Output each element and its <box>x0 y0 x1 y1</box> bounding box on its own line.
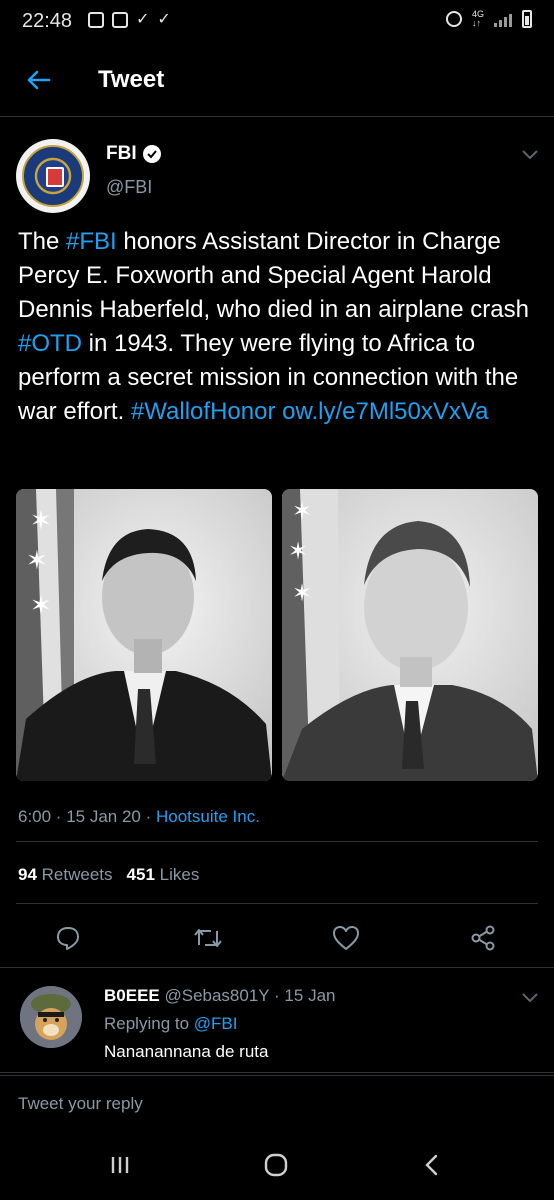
likes-count: 451 <box>126 865 155 884</box>
download-done-icon: ✓ <box>136 11 150 28</box>
retweets-stat[interactable]: 94 Retweets <box>18 865 113 885</box>
tweet-actions <box>0 913 554 963</box>
retweets-count: 94 <box>18 865 37 884</box>
app-header: Tweet <box>0 44 554 117</box>
status-bar: 22:48 ✓ ✓ 4G ↓↑ <box>0 0 554 44</box>
gallery-icon <box>112 12 128 28</box>
source-link[interactable]: Hootsuite Inc. <box>156 807 260 826</box>
svg-text:✶: ✶ <box>292 498 312 525</box>
engagement-stats: 94 Retweets 451 Likes <box>18 865 199 885</box>
text-segment: The <box>18 228 67 255</box>
recent-apps-icon <box>111 1157 129 1173</box>
alarm-icon <box>445 11 462 27</box>
svg-text:✶: ✶ <box>30 505 52 535</box>
status-system-icons: 4G ↓↑ <box>445 9 532 28</box>
likes-label: Likes <box>159 865 200 884</box>
reply-icon <box>57 927 79 950</box>
avatar[interactable] <box>20 986 82 1048</box>
hashtag-link[interactable]: #OTD <box>18 330 82 357</box>
display-name[interactable]: B0EEE <box>104 986 160 1005</box>
back-button[interactable] <box>20 64 56 96</box>
chevron-down-icon <box>522 150 538 160</box>
system-nav-bar <box>0 1130 554 1200</box>
status-time: 22:48 <box>22 10 73 32</box>
replying-to: Replying to @FBI <box>104 1014 238 1034</box>
reply-button[interactable] <box>51 921 85 955</box>
retweet-icon <box>194 929 222 947</box>
hashtag-link[interactable]: #FBI <box>66 228 117 255</box>
home-button[interactable] <box>256 1150 296 1180</box>
reply-tweet[interactable]: B0EEE @Sebas801Y · 15 Jan Replying to @F… <box>0 967 554 1073</box>
divider <box>16 903 538 904</box>
recent-apps-button[interactable] <box>100 1150 140 1180</box>
tweet-media: ✶ ✶ ✶ ✶ ✶ ✶ <box>16 489 538 781</box>
svg-text:✶: ✶ <box>26 545 48 575</box>
battery-icon <box>522 10 532 28</box>
tweet-meta: 6:00 · 15 Jan 20 · Hootsuite Inc. <box>18 807 260 827</box>
reply-composer[interactable]: Tweet your reply <box>0 1075 554 1130</box>
page-title: Tweet <box>98 66 165 93</box>
nav-back-icon <box>425 1154 438 1176</box>
photo-left[interactable]: ✶ ✶ ✶ <box>16 489 272 781</box>
reply-text: Nananannana de ruta <box>104 1042 269 1061</box>
tweet-text: The #FBI honors Assistant Director in Ch… <box>18 225 538 429</box>
signal-icon <box>494 11 512 27</box>
url-link[interactable]: ow.ly/e7Ml50xVxVa <box>282 398 488 425</box>
share-icon <box>471 925 495 951</box>
reply-input[interactable]: Tweet your reply <box>18 1094 143 1114</box>
download-done-icon: ✓ <box>157 11 171 28</box>
verified-badge-icon <box>142 145 161 163</box>
reply-menu-button[interactable] <box>522 990 538 1008</box>
back-arrow-icon <box>27 70 51 90</box>
fbi-seal-icon <box>22 145 84 207</box>
notification-icon <box>88 12 104 28</box>
share-button[interactable] <box>466 921 500 955</box>
network-icon: 4G ↓↑ <box>471 9 484 28</box>
nav-back-button[interactable] <box>412 1150 452 1180</box>
timestamp: 6:00 · 15 Jan 20 · <box>18 807 156 826</box>
display-name[interactable]: FBI <box>106 143 137 165</box>
author-name-row: FBI <box>106 143 161 165</box>
svg-text:✶: ✶ <box>292 580 312 607</box>
home-icon <box>264 1153 288 1177</box>
like-icon <box>333 926 359 950</box>
avatar[interactable] <box>16 139 90 213</box>
replying-prefix: Replying to <box>104 1014 194 1033</box>
svg-text:✶: ✶ <box>30 590 52 620</box>
photo-right[interactable]: ✶ ✶ ✶ <box>282 489 538 781</box>
tweet-menu-button[interactable] <box>522 147 538 165</box>
likes-stat[interactable]: 451 Likes <box>127 865 200 885</box>
reply-author: B0EEE @Sebas801Y · 15 Jan <box>104 986 335 1006</box>
handle-date: @Sebas801Y · 15 Jan <box>159 986 336 1005</box>
status-notification-icons: ✓ ✓ <box>88 12 171 28</box>
hashtag-link[interactable]: #WallofHonor <box>131 398 276 425</box>
author-handle[interactable]: @FBI <box>106 177 152 198</box>
like-button[interactable] <box>329 921 363 955</box>
mention-link[interactable]: @FBI <box>194 1014 238 1033</box>
svg-text:✶: ✶ <box>288 538 308 565</box>
retweet-button[interactable] <box>191 921 225 955</box>
chevron-down-icon <box>522 993 538 1003</box>
retweets-label: Retweets <box>41 865 113 884</box>
divider <box>16 841 538 842</box>
